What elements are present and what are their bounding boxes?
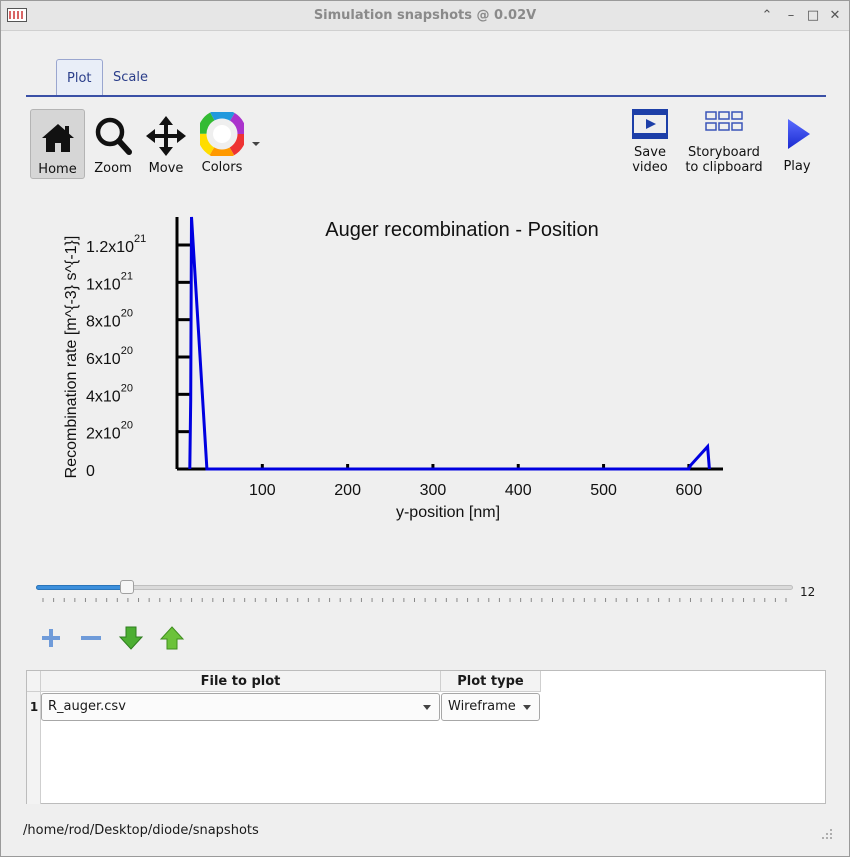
zoom-button[interactable]: Zoom	[89, 109, 137, 179]
play-icon	[788, 119, 810, 149]
table-corner	[27, 671, 41, 692]
x-tick-label: 500	[590, 482, 617, 499]
save-video-label-1: Save	[634, 145, 666, 160]
color-wheel-icon	[197, 109, 247, 159]
chevron-down-icon	[423, 705, 431, 710]
home-icon	[41, 124, 74, 152]
collapse-icon[interactable]: ⌃	[759, 8, 775, 24]
chevron-down-icon	[523, 705, 531, 710]
move-button[interactable]: Move	[142, 109, 190, 179]
maximize-icon[interactable]: □	[805, 8, 821, 24]
move-label: Move	[148, 161, 184, 176]
x-tick-label: 400	[505, 482, 532, 499]
x-tick-label: 100	[249, 482, 276, 499]
y-tick-exponent: 21	[121, 270, 133, 282]
remove-row-icon[interactable]	[78, 625, 104, 651]
play-button[interactable]: Play	[775, 109, 819, 179]
move-up-icon[interactable]	[159, 625, 185, 651]
zoom-label: Zoom	[94, 161, 132, 176]
y-tick-label: 0	[86, 463, 95, 480]
save-video-label-2: video	[632, 160, 668, 175]
title-bar: Simulation snapshots @ 0.02V ⌃ – □ ✕	[1, 1, 849, 31]
resize-grip-icon[interactable]	[821, 828, 833, 840]
home-label: Home	[38, 162, 77, 177]
y-tick-label: 8x1020	[86, 308, 133, 331]
save-video-button[interactable]: Save video	[623, 109, 677, 184]
snapshot-slider-handle[interactable]	[119, 580, 134, 594]
x-axis-label: y-position [nm]	[396, 504, 500, 521]
y-tick-exponent: 20	[121, 382, 133, 394]
minimize-icon[interactable]: –	[783, 8, 799, 24]
y-tick-exponent: 20	[121, 308, 133, 320]
x-tick-label: 200	[334, 482, 361, 499]
status-path: /home/rod/Desktop/diode/snapshots	[23, 823, 259, 838]
plot-type-select-value: Wireframe	[448, 699, 516, 714]
film-icon	[632, 109, 668, 139]
y-tick-label: 4x1020	[86, 382, 133, 405]
app-window: Simulation snapshots @ 0.02V ⌃ – □ ✕ Plo…	[0, 0, 850, 857]
colors-dropdown-icon[interactable]	[252, 142, 260, 146]
column-header-type[interactable]: Plot type	[441, 671, 541, 692]
storyboard-icon	[705, 111, 743, 131]
x-tick-label: 300	[420, 482, 447, 499]
colors-label: Colors	[201, 160, 243, 175]
series-line	[188, 216, 711, 471]
move-down-icon[interactable]	[118, 625, 144, 651]
snapshot-slider-fill	[36, 585, 127, 590]
file-select-value: R_auger.csv	[48, 699, 126, 714]
plot-file-table: File to plot Plot type 1 R_auger.csv Wir…	[26, 670, 826, 804]
y-tick-label: 1.2x1021	[86, 233, 146, 256]
y-tick-label: 1x1021	[86, 270, 133, 293]
file-select[interactable]: R_auger.csv	[41, 693, 440, 721]
y-tick-exponent: 20	[121, 345, 133, 357]
close-icon[interactable]: ✕	[827, 8, 843, 24]
storyboard-label-1: Storyboard	[688, 145, 760, 160]
chart-title: Auger recombination - Position	[325, 219, 598, 241]
snapshot-slider-track[interactable]	[36, 585, 793, 590]
home-button[interactable]: Home	[30, 109, 85, 179]
zoom-icon	[95, 117, 132, 155]
plot-type-select[interactable]: Wireframe	[441, 693, 540, 721]
y-axis-label: Recombination rate [m^{-3} s^{-1}]	[63, 236, 80, 479]
tab-plot[interactable]: Plot	[56, 59, 103, 96]
storyboard-button[interactable]: Storyboard to clipboard	[681, 109, 767, 184]
tab-underline	[26, 95, 826, 97]
window-title: Simulation snapshots @ 0.02V	[313, 8, 537, 23]
column-header-file[interactable]: File to plot	[41, 671, 441, 692]
colors-button[interactable]: Colors	[195, 109, 249, 179]
y-tick-exponent: 21	[134, 233, 146, 245]
y-tick-label: 2x1020	[86, 420, 133, 443]
y-tick-exponent: 20	[121, 420, 133, 432]
plot-area: Auger recombination - Position 0 2x1020 4x1…	[63, 216, 723, 521]
y-tick-label: 6x1020	[86, 345, 133, 368]
snapshot-slider-value: 12	[800, 585, 816, 599]
row-number[interactable]: 1	[27, 692, 41, 722]
slider-ticks	[42, 598, 787, 602]
tab-scale[interactable]: Scale	[103, 59, 158, 96]
add-row-icon[interactable]	[38, 625, 64, 651]
x-tick-label: 600	[676, 482, 703, 499]
play-label: Play	[783, 159, 811, 174]
storyboard-label-2: to clipboard	[685, 160, 763, 175]
move-icon	[146, 116, 186, 156]
